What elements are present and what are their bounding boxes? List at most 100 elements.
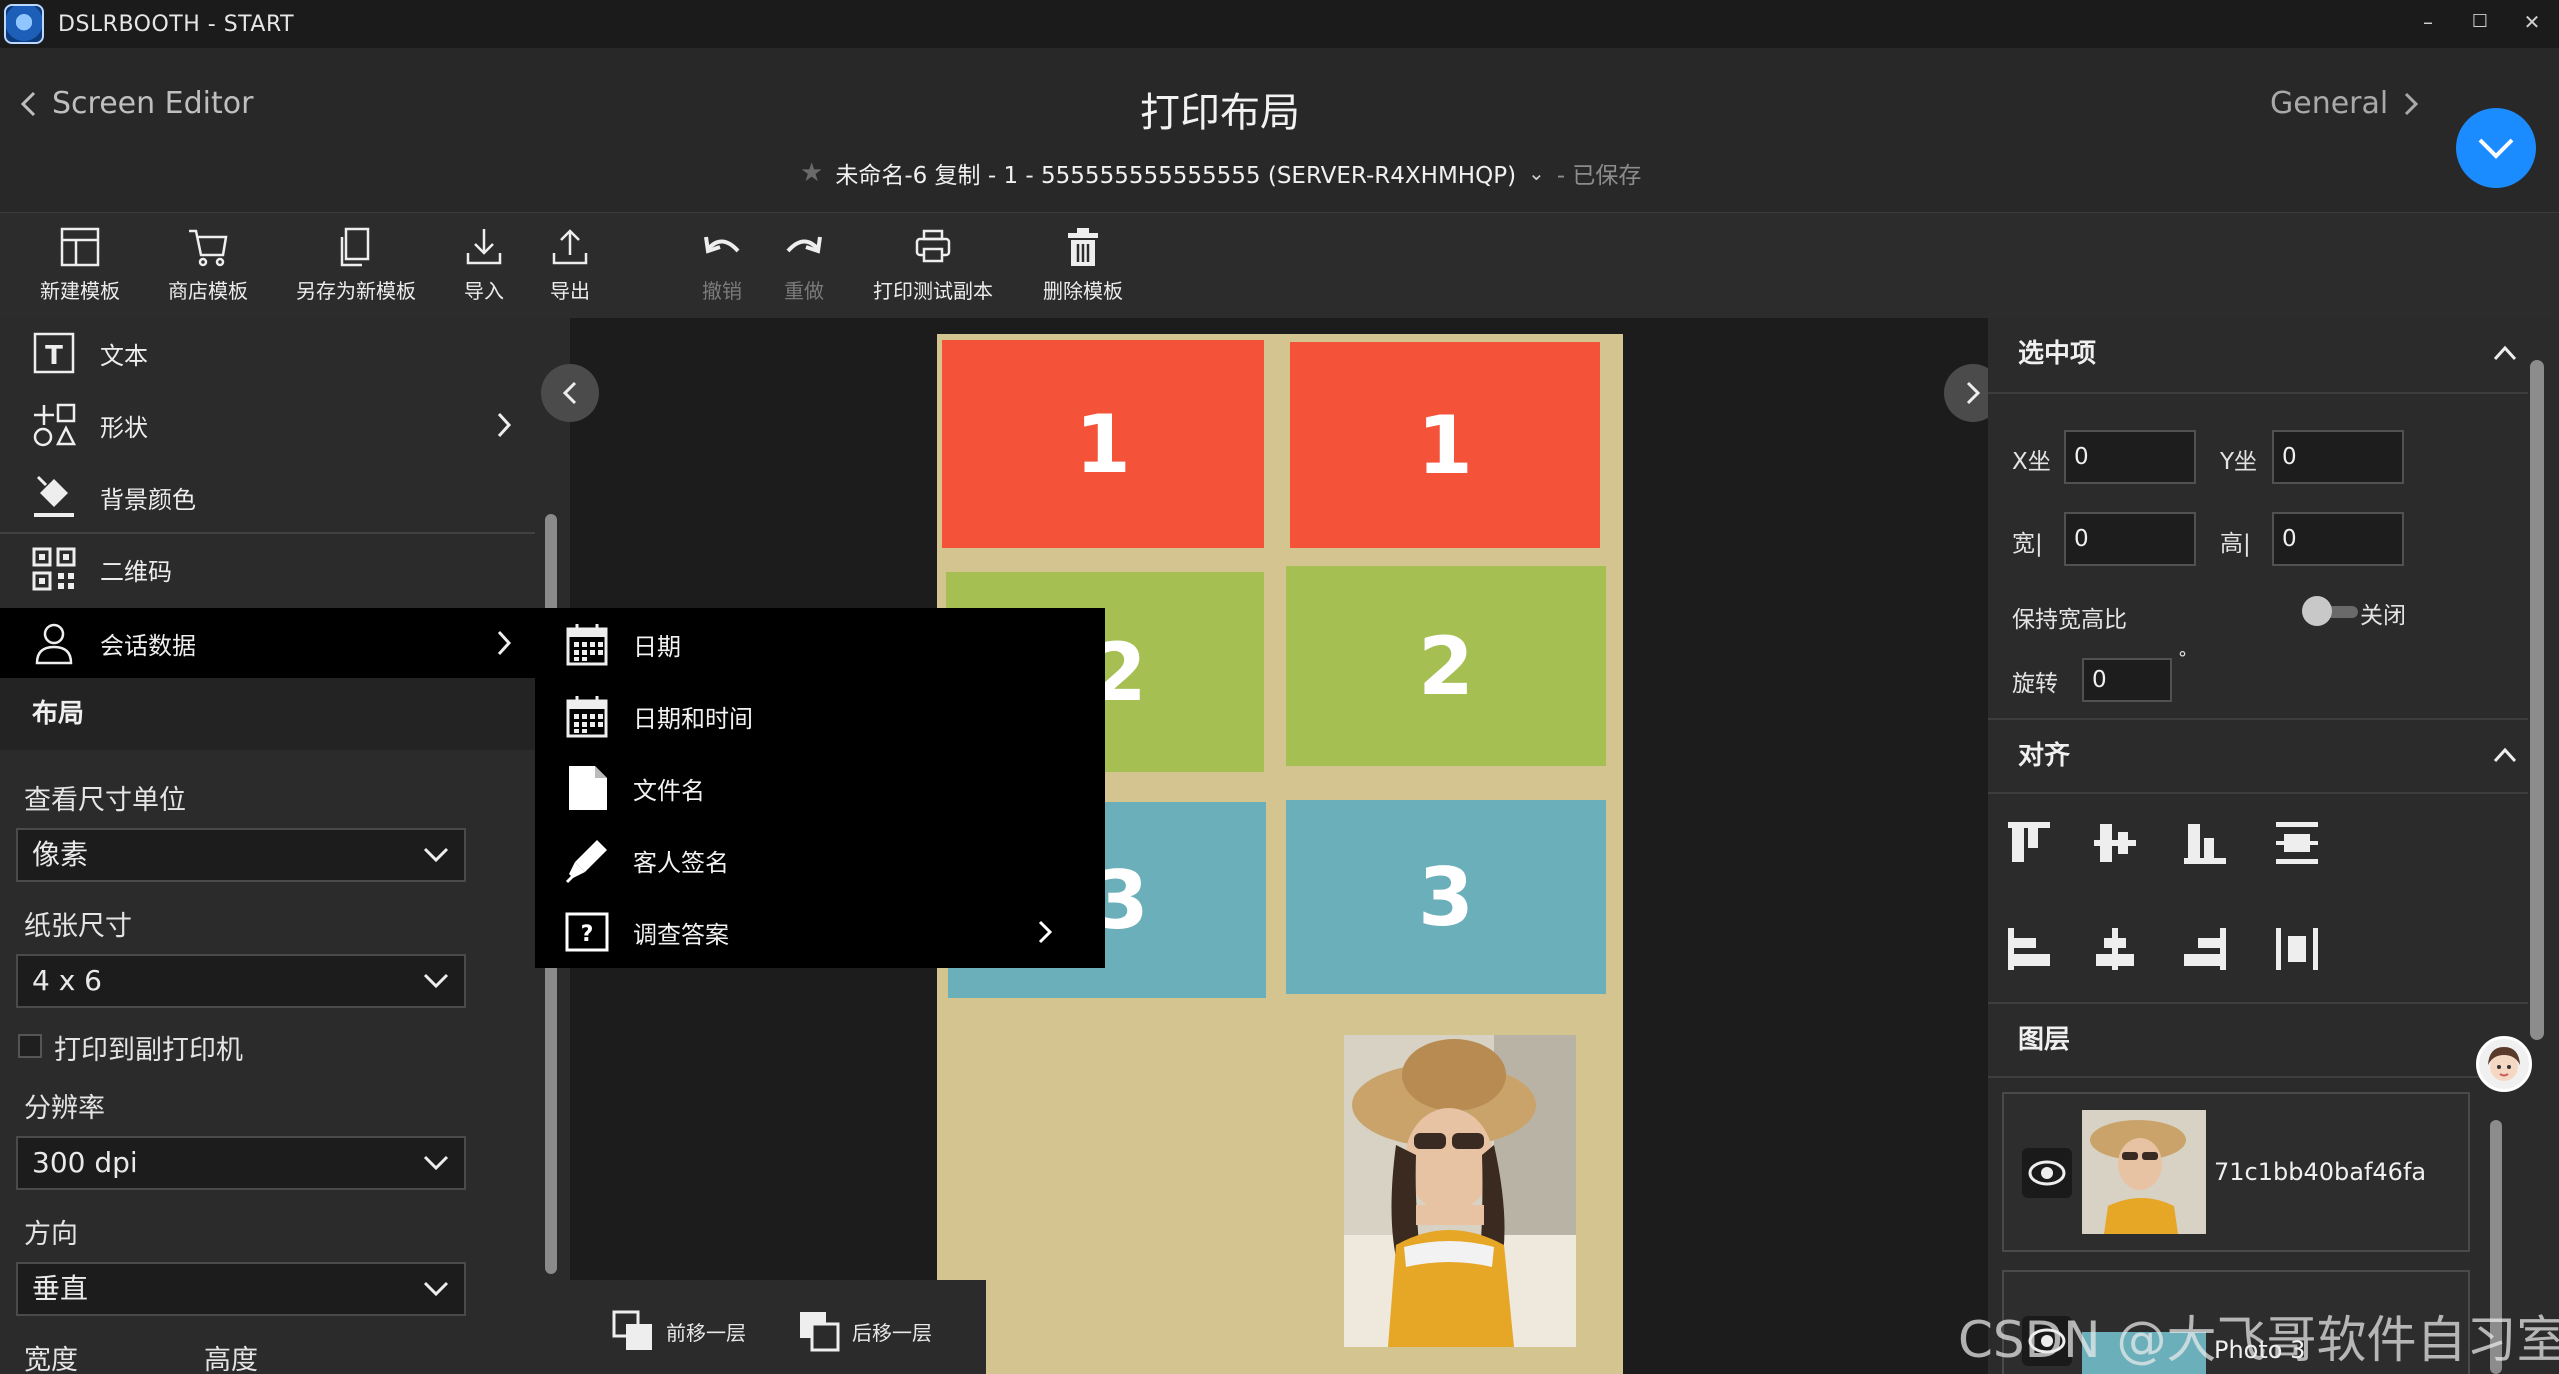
layer-item[interactable]: 71c1bb40baf46fa — [2002, 1092, 2470, 1252]
unit-select[interactable]: 像素 — [16, 828, 466, 882]
undo-button[interactable]: 撤销 — [700, 225, 744, 304]
add-shape-label: 形状 — [100, 413, 148, 442]
resolution-select[interactable]: 300 dpi — [16, 1136, 466, 1190]
minimize-button[interactable]: – — [2410, 8, 2446, 36]
session-data-submenu: 日期 日期和时间 文件名 客人签名 ? 调查答案 — [535, 608, 1105, 968]
align-vertical-center-icon[interactable] — [2090, 818, 2140, 868]
import-button[interactable]: 导入 — [462, 225, 506, 304]
width-label: 宽度 — [24, 1345, 78, 1374]
background-color-item[interactable]: 背景颜色 — [0, 462, 535, 532]
submenu-date-time[interactable]: 日期和时间 — [535, 680, 1105, 752]
chevron-left-icon — [562, 381, 577, 405]
chevron-right-icon — [497, 630, 512, 656]
export-button[interactable]: 导出 — [548, 225, 592, 304]
divider — [1988, 392, 2528, 394]
submenu-date[interactable]: 日期 — [535, 608, 1105, 680]
align-bottom-icon[interactable] — [2180, 818, 2230, 868]
right-panel-scrollbar[interactable] — [2530, 360, 2544, 1040]
paper-size-select[interactable]: 4 x 6 — [16, 954, 466, 1008]
degree-symbol: ° — [2178, 648, 2187, 669]
session-data-item[interactable]: 会话数据 — [0, 608, 535, 678]
canvas-photo[interactable] — [1344, 1035, 1576, 1347]
x-input[interactable]: 0 — [2064, 430, 2196, 484]
align-left-icon[interactable] — [2004, 924, 2054, 974]
align-top-icon[interactable] — [2004, 818, 2054, 868]
chevron-down-icon — [2478, 138, 2514, 159]
orientation-select[interactable]: 垂直 — [16, 1262, 466, 1316]
star-icon[interactable]: ★ — [800, 158, 823, 188]
user-icon — [35, 623, 73, 665]
divider — [1988, 792, 2528, 794]
maximize-button[interactable]: ☐ — [2462, 8, 2498, 36]
width-label: 宽| — [2012, 531, 2043, 557]
submenu-filename-label: 文件名 — [633, 776, 705, 805]
selected-item-title: 选中项 — [2018, 339, 2097, 369]
align-right-icon[interactable] — [2180, 924, 2230, 974]
submenu-date-time-label: 日期和时间 — [633, 704, 753, 733]
send-backward-button[interactable]: 后移一层 — [796, 1308, 932, 1354]
add-text-item[interactable]: T 文本 — [0, 318, 535, 388]
save-as-label: 另存为新模板 — [296, 279, 416, 303]
rotate-input[interactable]: 0 — [2082, 658, 2172, 702]
template-dropdown-icon[interactable]: ⌄ — [1528, 161, 1545, 185]
align-horizontal-center-icon[interactable] — [2090, 924, 2140, 974]
left-panel: T 文本 形状 背景颜色 二维码 会话数据 布局 查看尺寸单位 像素 纸张尺寸 … — [0, 318, 570, 1374]
width-input[interactable]: 0 — [2064, 512, 2196, 566]
submenu-guest-signature-label: 客人签名 — [633, 848, 729, 877]
layer-name: 71c1bb40baf46fa — [2214, 1158, 2427, 1186]
toggle-knob — [2302, 596, 2332, 626]
export-label: 导出 — [550, 279, 590, 303]
template-name: 未命名-6 复制 - 1 - 555555555555555 (SERVER-R… — [835, 163, 1517, 189]
general-nav-button[interactable]: General — [2270, 86, 2420, 121]
distribute-vertical-icon[interactable] — [2272, 818, 2322, 868]
calendar-icon — [566, 696, 608, 738]
chevron-down-icon — [423, 1281, 449, 1297]
redo-button[interactable]: 重做 — [782, 225, 826, 304]
align-section-header[interactable]: 对齐 — [1988, 720, 2528, 792]
height-input[interactable]: 0 — [2272, 512, 2404, 566]
app-logo-icon — [4, 4, 44, 44]
y-label: Y坐 — [2220, 449, 2258, 475]
orientation-value: 垂直 — [32, 1272, 89, 1305]
store-template-button[interactable]: 商店模板 — [168, 225, 248, 304]
chevron-down-icon — [423, 847, 449, 863]
align-title: 对齐 — [2018, 741, 2071, 771]
submenu-survey-answers[interactable]: ? 调查答案 — [535, 896, 1105, 968]
svg-text:T: T — [45, 341, 63, 371]
keep-aspect-ratio-toggle[interactable] — [2302, 596, 2358, 626]
y-input[interactable]: 0 — [2272, 430, 2404, 484]
photo-slot-1a[interactable]: 1 — [942, 340, 1264, 548]
paint-bucket-icon — [34, 475, 74, 517]
selected-item-section-header[interactable]: 选中项 — [1988, 318, 2528, 390]
bring-forward-button[interactable]: 前移一层 — [610, 1308, 746, 1354]
print-test-copy-button[interactable]: 打印测试副本 — [873, 225, 993, 304]
submenu-filename[interactable]: 文件名 — [535, 752, 1105, 824]
photo-slot-1b[interactable]: 1 — [1290, 342, 1600, 548]
add-shape-item[interactable]: 形状 — [0, 390, 535, 460]
new-template-label: 新建模板 — [40, 279, 120, 303]
photo-slot-2b[interactable]: 2 — [1286, 566, 1606, 766]
secondary-printer-checkbox[interactable] — [18, 1034, 42, 1058]
editor-header: Screen Editor 打印布局 ★ 未命名-6 复制 - 1 - 5555… — [0, 48, 2559, 212]
collapse-left-panel-button[interactable] — [541, 364, 599, 422]
confirm-dropdown-button[interactable] — [2456, 108, 2536, 188]
new-template-button[interactable]: 新建模板 — [40, 225, 120, 304]
user-avatar[interactable] — [2476, 1036, 2532, 1092]
save-as-new-template-button[interactable]: 另存为新模板 — [296, 225, 416, 304]
print-test-label: 打印测试副本 — [873, 279, 993, 303]
resolution-label: 分辨率 — [24, 1093, 105, 1124]
distribute-horizontal-icon[interactable] — [2272, 924, 2322, 974]
x-label: X坐 — [2012, 449, 2051, 475]
photo-slot-3b[interactable]: 3 — [1286, 800, 1606, 994]
qr-code-label: 二维码 — [100, 557, 172, 586]
delete-template-button[interactable]: 删除模板 — [1043, 225, 1123, 304]
qr-code-item[interactable]: 二维码 — [0, 534, 535, 604]
toggle-state-label: 关闭 — [2360, 603, 2406, 629]
portrait-photo-image — [1344, 1035, 1576, 1347]
submenu-guest-signature[interactable]: 客人签名 — [535, 824, 1105, 896]
close-button[interactable]: ✕ — [2514, 8, 2550, 36]
session-data-label: 会话数据 — [100, 631, 196, 660]
calendar-icon — [566, 624, 608, 666]
layer-visibility-toggle[interactable] — [2022, 1148, 2072, 1198]
layers-section-header[interactable]: 图层 — [1988, 1004, 2528, 1076]
